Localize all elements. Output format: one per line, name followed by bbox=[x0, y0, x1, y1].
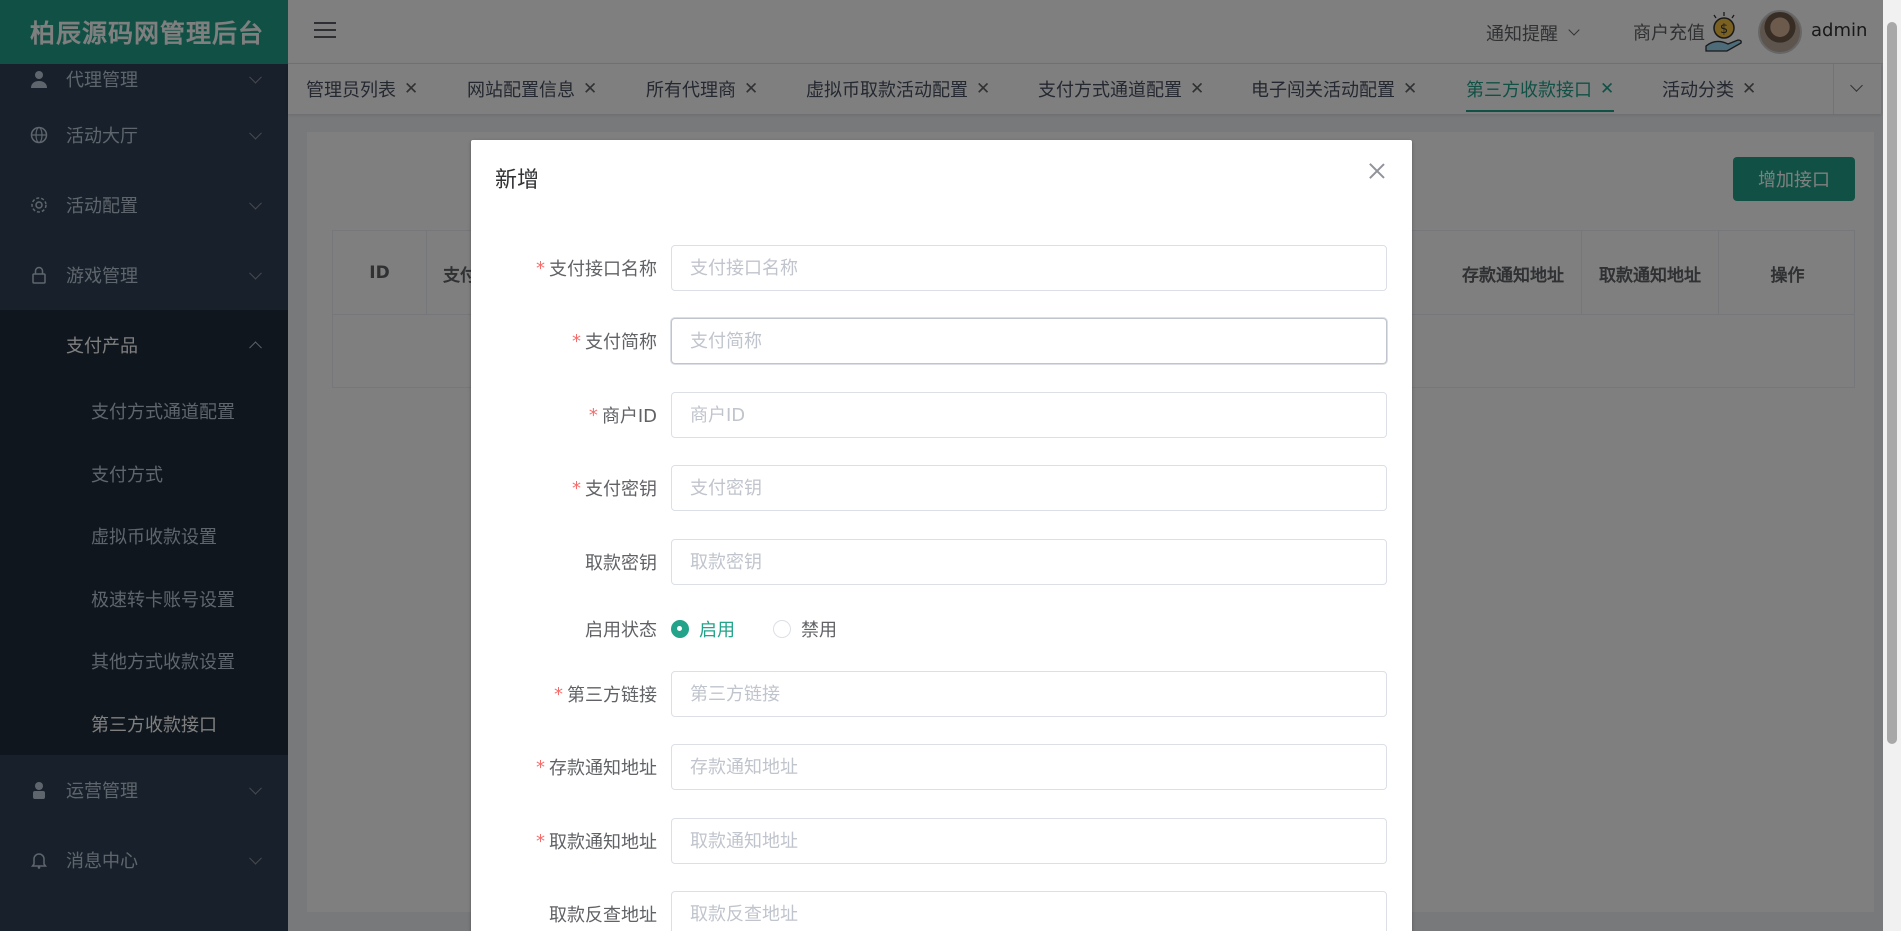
pay-name-input[interactable] bbox=[671, 245, 1387, 291]
dialog-title: 新增 bbox=[495, 168, 540, 193]
row-status: 启用状态 启用 禁用 bbox=[471, 606, 1412, 652]
close-icon[interactable] bbox=[1368, 162, 1386, 180]
pay-key-input[interactable] bbox=[671, 465, 1387, 511]
row-merchant-id: * 商户ID bbox=[471, 392, 1412, 438]
label-pay-name: * 支付接口名称 bbox=[536, 257, 657, 281]
third-link-input[interactable] bbox=[671, 671, 1387, 717]
deposit-notify-input[interactable] bbox=[671, 744, 1387, 790]
withdraw-query-input[interactable] bbox=[671, 891, 1387, 931]
page-scrollbar[interactable] bbox=[1883, 0, 1901, 931]
label-withdraw-query: 取款反查地址 bbox=[549, 905, 657, 926]
radio-dot bbox=[773, 620, 791, 638]
radio-label: 启用 bbox=[699, 620, 735, 641]
label-deposit-notify: * 存款通知地址 bbox=[536, 756, 657, 780]
status-radio-group: 启用 禁用 bbox=[671, 606, 875, 652]
radio-enabled[interactable]: 启用 bbox=[671, 616, 735, 642]
row-pay-key: * 支付密钥 bbox=[471, 465, 1412, 511]
label-withdraw-key: 取款密钥 bbox=[585, 553, 657, 574]
add-dialog: 新增 *支付接口名称 *支付简称 *商户ID *支付密钥 取款密钥 启用状态 启… bbox=[471, 140, 1412, 931]
label-pay-short: * 支付简称 bbox=[572, 330, 657, 354]
label-merchant-id: * 商户ID bbox=[588, 404, 657, 428]
row-withdraw-notify: * 取款通知地址 bbox=[471, 818, 1412, 864]
radio-disabled[interactable]: 禁用 bbox=[773, 616, 837, 642]
row-pay-name: * 支付接口名称 bbox=[471, 245, 1412, 291]
merchant-id-input[interactable] bbox=[671, 392, 1387, 438]
row-third-link: * 第三方链接 bbox=[471, 671, 1412, 717]
radio-dot bbox=[671, 620, 689, 638]
row-withdraw-key: 取款密钥 bbox=[471, 539, 1412, 585]
label-pay-key: * 支付密钥 bbox=[572, 477, 657, 501]
row-pay-short: * 支付简称 bbox=[471, 318, 1412, 364]
label-third-link: * 第三方链接 bbox=[554, 683, 657, 707]
label-withdraw-notify: * 取款通知地址 bbox=[536, 830, 657, 854]
row-deposit-notify: * 存款通知地址 bbox=[471, 744, 1412, 790]
scrollbar-thumb[interactable] bbox=[1887, 22, 1897, 744]
label-status: 启用状态 bbox=[585, 620, 657, 641]
withdraw-notify-input[interactable] bbox=[671, 818, 1387, 864]
withdraw-key-input[interactable] bbox=[671, 539, 1387, 585]
row-withdraw-query: 取款反查地址 bbox=[471, 891, 1412, 931]
pay-short-input[interactable] bbox=[671, 318, 1387, 364]
radio-label: 禁用 bbox=[801, 620, 837, 641]
